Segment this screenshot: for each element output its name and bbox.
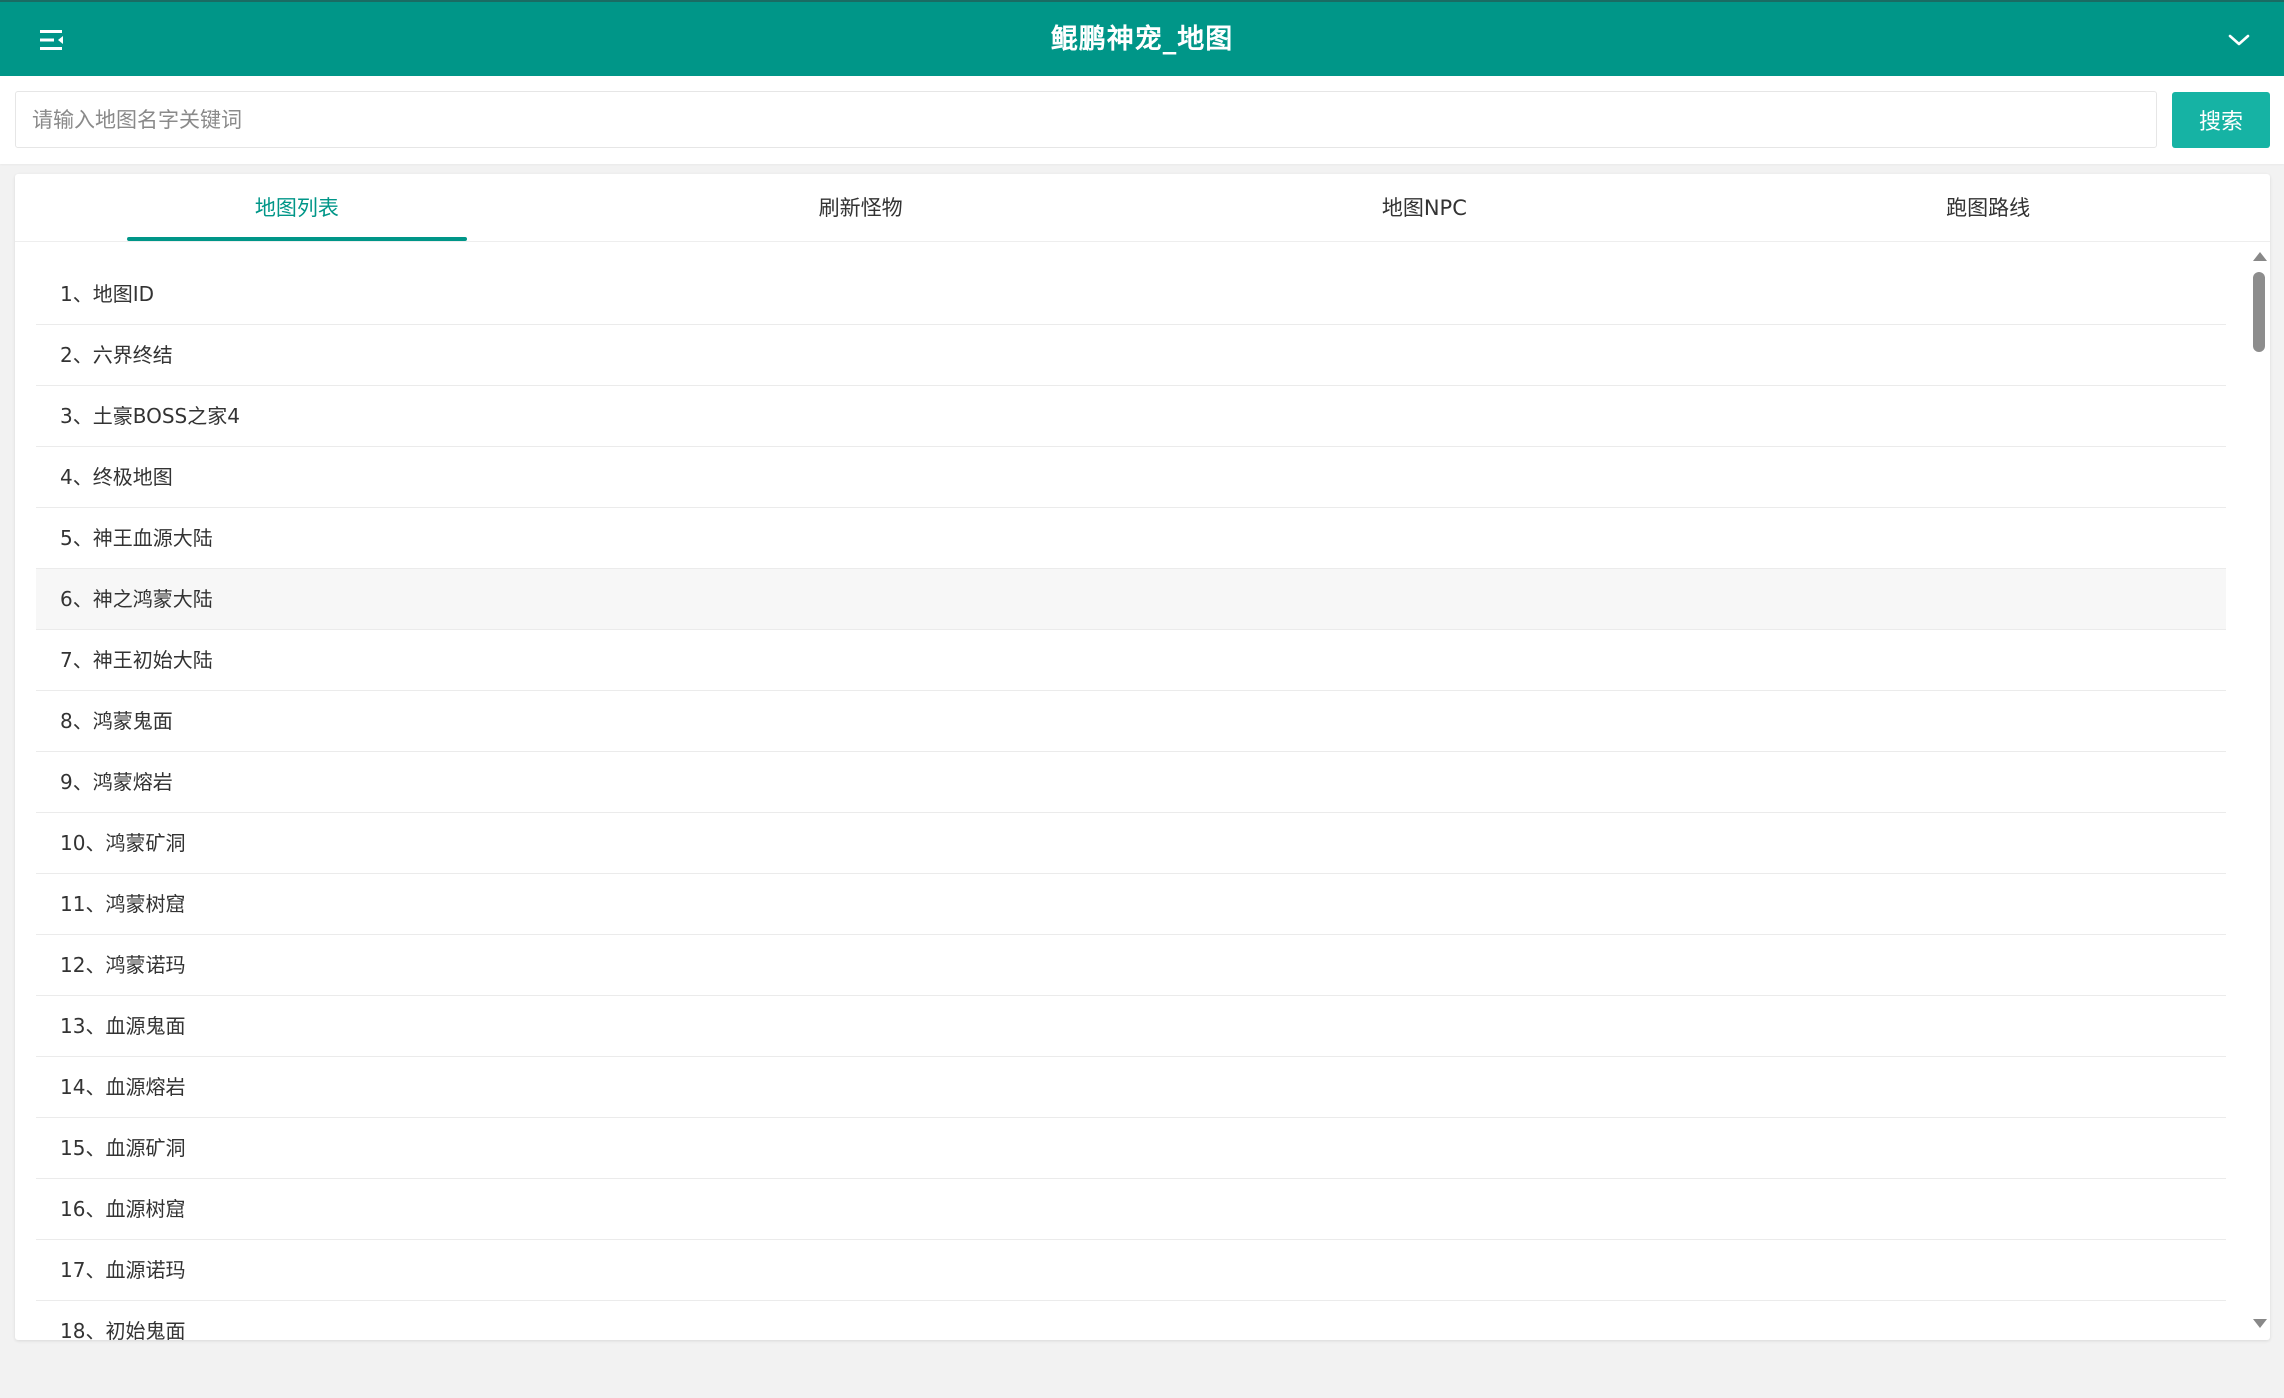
tab-bar: 地图列表 刷新怪物 地图NPC 跑图路线 [15, 174, 2270, 242]
chevron-down-icon[interactable] [2226, 28, 2252, 52]
tab-map-list[interactable]: 地图列表 [15, 174, 579, 241]
list-item[interactable]: 16、血源树窟 [36, 1179, 2226, 1240]
list-item[interactable]: 18、初始鬼面 [36, 1301, 2226, 1340]
list-item[interactable]: 1、地图ID [36, 264, 2226, 325]
tab-run-route[interactable]: 跑图路线 [1706, 174, 2270, 241]
list-item[interactable]: 15、血源矿洞 [36, 1118, 2226, 1179]
search-bar: 搜索 [0, 76, 2284, 164]
tab-refresh-monsters[interactable]: 刷新怪物 [579, 174, 1143, 241]
scroll-up-arrow-icon[interactable] [2253, 252, 2267, 261]
list-item[interactable]: 9、鸿蒙熔岩 [36, 752, 2226, 813]
list-item[interactable]: 5、神王血源大陆 [36, 508, 2226, 569]
list-item[interactable]: 4、终极地图 [36, 447, 2226, 508]
list-item[interactable]: 3、土豪BOSS之家4 [36, 386, 2226, 447]
app-header: 鲲鹏神宠_地图 [0, 0, 2284, 76]
page-title: 鲲鹏神宠_地图 [1050, 24, 1234, 55]
list-item[interactable]: 12、鸿蒙诺玛 [36, 935, 2226, 996]
search-button[interactable]: 搜索 [2172, 92, 2270, 148]
list-item[interactable]: 7、神王初始大陆 [36, 630, 2226, 691]
search-input[interactable] [15, 91, 2157, 148]
list-scrollbar[interactable] [2246, 252, 2270, 1340]
list-item[interactable]: 13、血源鬼面 [36, 996, 2226, 1057]
list-item[interactable]: 14、血源熔岩 [36, 1057, 2226, 1118]
content-card: 地图列表 刷新怪物 地图NPC 跑图路线 1、地图ID 2、六界终结 3、土豪B… [15, 174, 2270, 1340]
list-item[interactable]: 17、血源诺玛 [36, 1240, 2226, 1301]
tab-map-npc[interactable]: 地图NPC [1143, 174, 1707, 241]
list-item[interactable]: 6、神之鸿蒙大陆 [36, 569, 2226, 630]
map-list: 1、地图ID 2、六界终结 3、土豪BOSS之家4 4、终极地图 5、神王血源大… [36, 264, 2226, 1340]
list-item[interactable]: 10、鸿蒙矿洞 [36, 813, 2226, 874]
list-item[interactable]: 2、六界终结 [36, 325, 2226, 386]
list-item[interactable]: 8、鸿蒙鬼面 [36, 691, 2226, 752]
scroll-thumb[interactable] [2253, 272, 2265, 352]
scroll-down-arrow-icon[interactable] [2253, 1319, 2267, 1328]
list-item[interactable]: 11、鸿蒙树窟 [36, 874, 2226, 935]
